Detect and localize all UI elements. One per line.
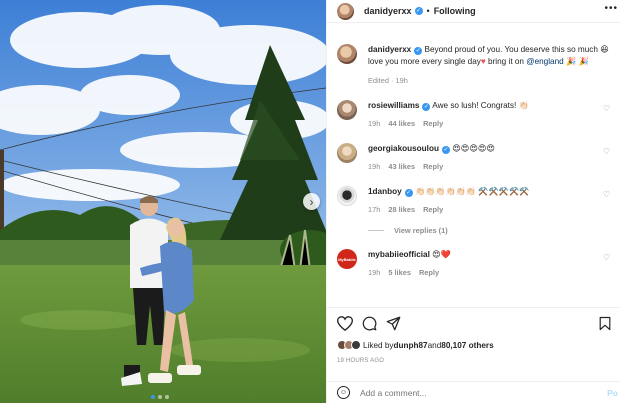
comment-likes[interactable]: 44 likes [388, 119, 415, 128]
comment-like-heart-icon[interactable]: ♡ [603, 147, 610, 156]
comment-time: 19h [368, 162, 381, 171]
view-replies-button[interactable]: View replies (1) [368, 226, 620, 235]
header-separator: • [426, 6, 430, 16]
post-actions: Liked by dunph87 and 80,107 others 19 HO… [327, 307, 620, 364]
caption-text-line2: love you more every single day [368, 57, 481, 66]
comment-item: 1danboy ✓ 👏🏻👏🏻👏🏻👏🏻👏🏻👏🏻 ⚒️⚒️⚒️⚒️⚒️ 17h 28 l… [337, 186, 620, 216]
liked-by-and: and [427, 340, 442, 350]
comment-time: 17h [368, 205, 381, 214]
post-side-panel: danidyerxx ✓ • Following ••• danidyerxx ✓… [326, 0, 620, 403]
caption-avatar[interactable] [337, 44, 357, 64]
view-replies-label: View replies (1) [394, 226, 448, 235]
post-timestamp[interactable]: 19 HOURS AGO [337, 358, 610, 364]
caption-meta: Edited · 19h [368, 76, 408, 85]
comment-like-heart-icon[interactable]: ♡ [603, 104, 610, 113]
carousel-dot [151, 395, 155, 399]
comment-item: georgiakousoulou ✓ 😍😍😍😍😍 19h 43 likes Reply… [337, 143, 620, 173]
reply-button[interactable]: Reply [423, 119, 443, 128]
share-send-icon[interactable] [386, 316, 401, 331]
commenter-avatar[interactable]: MyBabiie [337, 249, 357, 269]
caption-text: Beyond proud of you. You deserve this so… [422, 45, 598, 54]
comment-text: Awe so lush! Congrats! 👏🏻 [430, 101, 529, 110]
carousel-dot [158, 395, 162, 399]
reply-button[interactable]: Reply [419, 268, 439, 277]
carousel-next-button[interactable]: › [303, 193, 320, 210]
comment-time: 19h [368, 268, 381, 277]
following-button[interactable]: Following [434, 6, 476, 16]
comment-item: MyBabiie mybabiieofficial 😍❤️ 19h 5 likes… [337, 249, 620, 279]
carousel-dots [151, 395, 169, 399]
comment-body: mybabiieofficial 😍❤️ 19h 5 likes Reply [368, 249, 618, 279]
save-bookmark-icon[interactable] [599, 316, 611, 331]
comment-meta: 19h 5 likes Reply [368, 267, 618, 279]
comment-bubble-icon[interactable] [362, 316, 377, 331]
comment-likes[interactable]: 43 likes [388, 162, 415, 171]
verified-badge-icon: ✓ [404, 189, 413, 197]
comments-list: danidyerxx ✓ Beyond proud of you. You des… [327, 44, 620, 279]
comment-body: georgiakousoulou ✓ 😍😍😍😍😍 19h 43 likes Reply [368, 143, 618, 173]
comment-text: 😍❤️ [429, 250, 451, 259]
replies-line [368, 230, 384, 231]
commenter-avatar[interactable] [337, 186, 357, 206]
liked-by-user-link[interactable]: dunph87 [394, 341, 428, 350]
mention-link[interactable]: @england [526, 57, 563, 66]
liker-avatar[interactable] [351, 340, 361, 350]
comment-meta: 19h 43 likes Reply [368, 161, 618, 173]
ellipsis-icon[interactable]: ••• [604, 3, 618, 14]
commenter-username[interactable]: georgiakousoulou [368, 144, 439, 153]
author-avatar[interactable] [337, 2, 354, 20]
commenter-avatar[interactable] [337, 143, 357, 163]
commenter-username[interactable]: 1danboy [368, 187, 402, 196]
comment-text: 😍😍😍😍😍 [449, 144, 495, 153]
comment-likes[interactable]: 5 likes [388, 268, 411, 277]
reply-button[interactable]: Reply [423, 205, 443, 214]
carousel-dot [165, 395, 169, 399]
post-header: danidyerxx ✓ • Following ••• [327, 0, 620, 22]
avatar-logo-text: MyBabiie [338, 256, 356, 262]
caption: danidyerxx ✓ Beyond proud of you. You des… [337, 44, 620, 87]
post-photo[interactable]: › [0, 0, 326, 403]
commenter-username[interactable]: mybabiieofficial [368, 250, 430, 259]
comment-likes[interactable]: 28 likes [388, 205, 415, 214]
caption-text-after: bring it on [485, 57, 527, 66]
liked-by: Liked by dunph87 and 80,107 others [337, 340, 610, 350]
commenter-avatar[interactable] [337, 100, 357, 120]
add-comment-bar: ☺ Po [327, 381, 620, 403]
comment-body: 1danboy ✓ 👏🏻👏🏻👏🏻👏🏻👏🏻👏🏻 ⚒️⚒️⚒️⚒️⚒️ 17h 28 l… [368, 186, 618, 216]
liked-by-prefix: Liked by [363, 340, 394, 350]
comment-meta: 19h 44 likes Reply [368, 118, 618, 130]
verified-badge-icon: ✓ [441, 146, 450, 154]
caption-body: danidyerxx ✓ Beyond proud of you. You des… [368, 44, 618, 87]
caption-emoji: 🎉 🎉 [563, 57, 589, 66]
comment-time: 19h [368, 119, 381, 128]
likes-count-link[interactable]: 80,107 others [441, 341, 493, 350]
comment-like-heart-icon[interactable]: ♡ [603, 190, 610, 199]
emoji-smiley-icon[interactable]: ☺ [337, 386, 350, 399]
caption-username[interactable]: danidyerxx [368, 45, 411, 54]
instagram-post-modal: › danidyerxx ✓ • Following ••• danidyerx… [0, 0, 620, 403]
verified-badge-icon: ✓ [414, 7, 423, 15]
commenter-username[interactable]: rosiewilliams [368, 101, 419, 110]
comment-body: rosiewilliams ✓ Awe so lush! Congrats! 👏🏻… [368, 100, 618, 130]
couple-photo-illustration [0, 0, 326, 403]
comment-input[interactable] [360, 387, 590, 398]
post-comment-button[interactable]: Po [607, 388, 618, 398]
comment-like-heart-icon[interactable]: ♡ [603, 253, 610, 262]
comment-meta: 17h 28 likes Reply [368, 204, 618, 216]
comment-item: rosiewilliams ✓ Awe so lush! Congrats! 👏🏻… [337, 100, 620, 130]
like-heart-icon[interactable] [337, 315, 353, 331]
action-icons [337, 314, 611, 332]
comment-text: 👏🏻👏🏻👏🏻👏🏻👏🏻👏🏻 ⚒️⚒️⚒️⚒️⚒️ [412, 187, 530, 196]
author-username[interactable]: danidyerxx [364, 6, 412, 16]
liker-avatars [337, 340, 361, 350]
reply-button[interactable]: Reply [423, 162, 443, 171]
header-divider [327, 22, 620, 23]
